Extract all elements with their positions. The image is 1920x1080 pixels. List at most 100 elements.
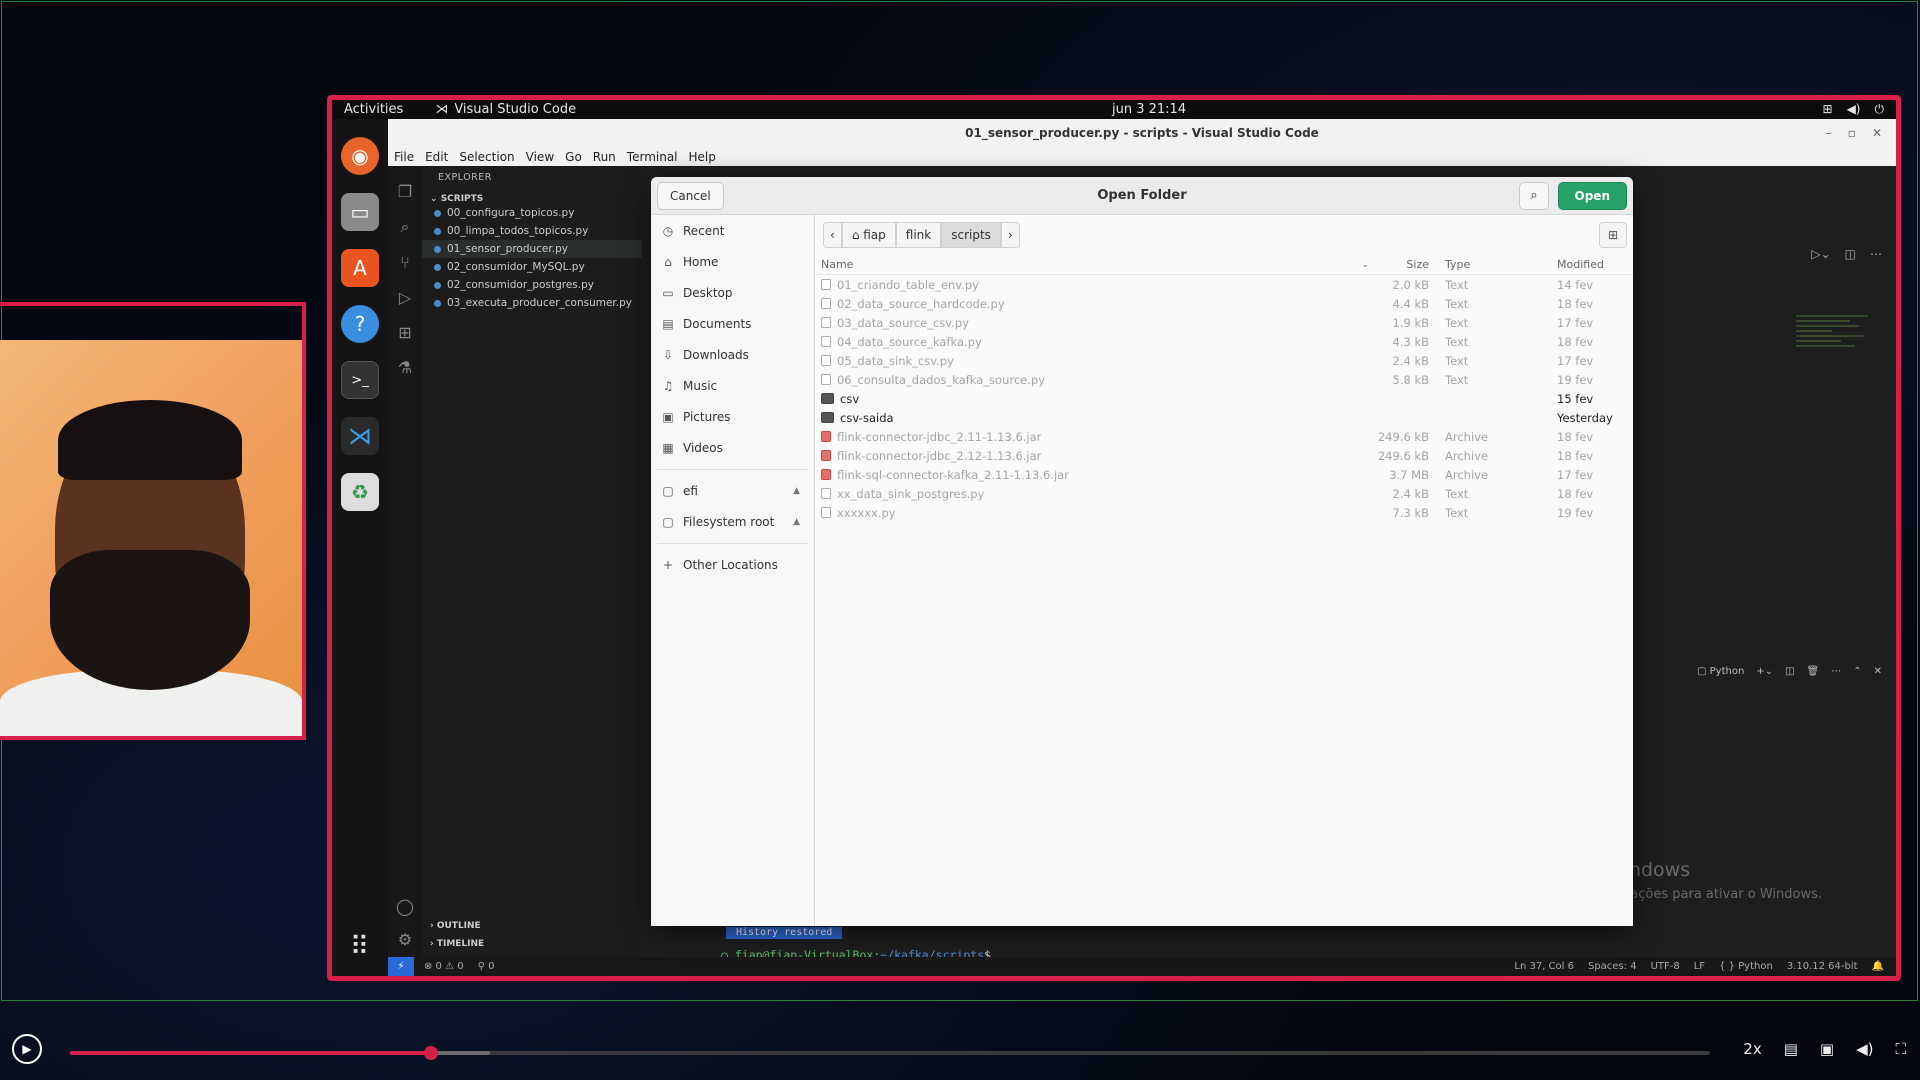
more-terminal-icon[interactable]: ⋯ bbox=[1831, 666, 1841, 677]
kill-terminal-icon[interactable]: 🗑 bbox=[1807, 666, 1820, 677]
place-videos[interactable]: ▦ Videos bbox=[651, 432, 814, 463]
pip-icon[interactable]: ▣ bbox=[1820, 1040, 1834, 1058]
path-segment-scripts[interactable]: scripts bbox=[941, 222, 1001, 248]
close-icon[interactable]: ✕ bbox=[1872, 126, 1882, 140]
explorer-icon[interactable]: ❐ bbox=[398, 182, 412, 201]
menu-go[interactable]: Go bbox=[565, 150, 582, 164]
trash-icon[interactable]: ♻ bbox=[341, 473, 379, 511]
place-home[interactable]: ⌂ Home bbox=[651, 246, 814, 277]
explorer-file-item[interactable]: 00_limpa_todos_topicos.py bbox=[422, 222, 642, 240]
menu-selection[interactable]: Selection bbox=[459, 150, 514, 164]
explorer-file-item[interactable]: 02_consumidor_postgres.py bbox=[422, 276, 642, 294]
cancel-button[interactable]: Cancel bbox=[657, 181, 724, 210]
place-music[interactable]: ♫ Music bbox=[651, 370, 814, 401]
menu-edit[interactable]: Edit bbox=[425, 150, 448, 164]
folder-section-header[interactable]: ⌄ SCRIPTS bbox=[422, 183, 642, 204]
file-row[interactable]: flink-sql-connector-kafka_2.11-1.13.6.ja… bbox=[817, 465, 1633, 484]
menu-file[interactable]: File bbox=[394, 150, 414, 164]
fullscreen-icon[interactable]: ⛶ bbox=[1895, 1040, 1906, 1058]
file-row[interactable]: flink-connector-jdbc_2.12-1.13.6.jar 249.… bbox=[817, 446, 1633, 465]
place-downloads[interactable]: ⇩ Downloads bbox=[651, 339, 814, 370]
place-documents[interactable]: ▤ Documents bbox=[651, 308, 814, 339]
firefox-icon[interactable]: ◉ bbox=[341, 137, 379, 175]
file-row[interactable]: csv-saida Yesterday bbox=[817, 408, 1633, 427]
eol-status[interactable]: LF bbox=[1694, 961, 1705, 972]
indentation-status[interactable]: Spaces: 4 bbox=[1588, 961, 1637, 972]
explorer-file-item[interactable]: 01_sensor_producer.py bbox=[422, 240, 642, 258]
playback-speed[interactable]: 2x bbox=[1743, 1040, 1761, 1058]
open-button[interactable]: Open bbox=[1557, 181, 1627, 210]
file-row[interactable]: 04_data_source_kafka.py 4.3 kB Text 18 fev bbox=[817, 332, 1633, 351]
run-debug-icon[interactable]: ▷ bbox=[399, 288, 411, 307]
file-row[interactable]: xx_data_sink_postgres.py 2.4 kB Text 18 fev bbox=[817, 484, 1633, 503]
place-filesystem-root[interactable]: ▢ Filesystem root ▲ bbox=[651, 506, 814, 537]
column-type[interactable]: Type bbox=[1437, 258, 1557, 271]
place-other-locations[interactable]: + Other Locations bbox=[651, 549, 814, 580]
show-apps-icon[interactable]: ⠿ bbox=[350, 932, 370, 962]
minimap[interactable] bbox=[1796, 315, 1886, 395]
terminal-shell-tab[interactable]: ▢ Python bbox=[1697, 666, 1744, 677]
software-icon[interactable]: A bbox=[341, 249, 379, 287]
vscode-icon[interactable]: ⋊ bbox=[341, 417, 379, 455]
system-tray[interactable]: ⊞ ◀) ⏻ bbox=[1823, 102, 1884, 117]
testing-icon[interactable]: ⚗ bbox=[398, 358, 412, 377]
column-modified[interactable]: Modified bbox=[1557, 258, 1617, 271]
column-name[interactable]: Name ⌄ bbox=[817, 258, 1377, 271]
help-icon[interactable]: ? bbox=[341, 305, 379, 343]
path-back-button[interactable]: ‹ bbox=[823, 222, 842, 248]
file-row[interactable]: xxxxxx.py 7.3 kB Text 19 fev bbox=[817, 503, 1633, 522]
encoding-status[interactable]: UTF-8 bbox=[1651, 961, 1680, 972]
column-size[interactable]: Size bbox=[1377, 258, 1437, 271]
language-status[interactable]: { } Python bbox=[1719, 961, 1773, 972]
app-menu[interactable]: ⋊ Visual Studio Code bbox=[435, 102, 576, 117]
explorer-file-item[interactable]: 03_executa_producer_consumer.py bbox=[422, 294, 642, 312]
file-row[interactable]: 05_data_sink_csv.py 2.4 kB Text 17 fev bbox=[817, 351, 1633, 370]
close-panel-icon[interactable]: ✕ bbox=[1874, 666, 1882, 677]
extensions-icon[interactable]: ⊞ bbox=[398, 323, 411, 342]
menu-view[interactable]: View bbox=[526, 150, 554, 164]
captions-icon[interactable]: ▤ bbox=[1784, 1040, 1798, 1058]
path-segment-fiap[interactable]: ⌂ fiap bbox=[841, 222, 896, 248]
file-row[interactable]: 03_data_source_csv.py 1.9 kB Text 17 fev bbox=[817, 313, 1633, 332]
notifications-icon[interactable]: 🔔 bbox=[1872, 961, 1884, 972]
activities-button[interactable]: Activities bbox=[344, 102, 403, 117]
split-editor-icon[interactable]: ◫ bbox=[1845, 247, 1856, 261]
cursor-position[interactable]: Ln 37, Col 6 bbox=[1514, 961, 1574, 972]
files-icon[interactable]: ▭ bbox=[341, 193, 379, 231]
eject-icon[interactable]: ▲ bbox=[793, 517, 800, 527]
search-icon[interactable]: ⌕ bbox=[401, 217, 410, 237]
menu-terminal[interactable]: Terminal bbox=[627, 150, 678, 164]
eject-icon[interactable]: ▲ bbox=[793, 486, 800, 496]
new-folder-icon[interactable]: ⊞ bbox=[1599, 222, 1627, 248]
file-row[interactable]: 02_data_source_hardcode.py 4.4 kB Text 18 f… bbox=[817, 294, 1633, 313]
clock[interactable]: jun 3 21:14 bbox=[1112, 102, 1186, 117]
run-file-icon[interactable]: ▷⌄ bbox=[1811, 247, 1830, 261]
maximize-panel-icon[interactable]: ⌃ bbox=[1853, 666, 1861, 677]
file-row[interactable]: csv 15 fev bbox=[817, 389, 1633, 408]
settings-gear-icon[interactable]: ⚙ bbox=[398, 930, 412, 949]
play-icon[interactable]: ▶ bbox=[12, 1034, 42, 1064]
timeline-section[interactable]: › TIMELINE bbox=[430, 939, 484, 949]
menu-run[interactable]: Run bbox=[593, 150, 616, 164]
path-forward-button[interactable]: › bbox=[1000, 222, 1020, 248]
menu-help[interactable]: Help bbox=[689, 150, 716, 164]
split-terminal-icon[interactable]: ◫ bbox=[1785, 666, 1794, 677]
progress-knob[interactable] bbox=[423, 1046, 438, 1060]
remote-indicator-icon[interactable]: ⚡ bbox=[388, 957, 414, 976]
volume-icon[interactable]: ◀) bbox=[1856, 1040, 1873, 1058]
file-row[interactable]: flink-connector-jdbc_2.11-1.13.6.jar 249.… bbox=[817, 427, 1633, 446]
ports-status[interactable]: ⚲ 0 bbox=[478, 961, 495, 972]
place-efi[interactable]: ▢ efi ▲ bbox=[651, 475, 814, 506]
place-desktop[interactable]: ▭ Desktop bbox=[651, 277, 814, 308]
progress-track[interactable] bbox=[70, 1046, 1710, 1060]
more-actions-icon[interactable]: ⋯ bbox=[1870, 247, 1882, 261]
place-recent[interactable]: ◷ Recent bbox=[651, 215, 814, 246]
account-icon[interactable]: ◯ bbox=[396, 897, 414, 916]
maximize-icon[interactable]: ▫ bbox=[1848, 126, 1856, 140]
source-control-icon[interactable]: ⑂ bbox=[400, 253, 410, 272]
problems-status[interactable]: ⊗ 0 ⚠ 0 bbox=[424, 961, 464, 972]
explorer-file-item[interactable]: 02_consumidor_MySQL.py bbox=[422, 258, 642, 276]
outline-section[interactable]: › OUTLINE bbox=[430, 921, 481, 931]
search-icon[interactable]: ⌕ bbox=[1519, 181, 1549, 210]
explorer-file-item[interactable]: 00_configura_topicos.py bbox=[422, 204, 642, 222]
